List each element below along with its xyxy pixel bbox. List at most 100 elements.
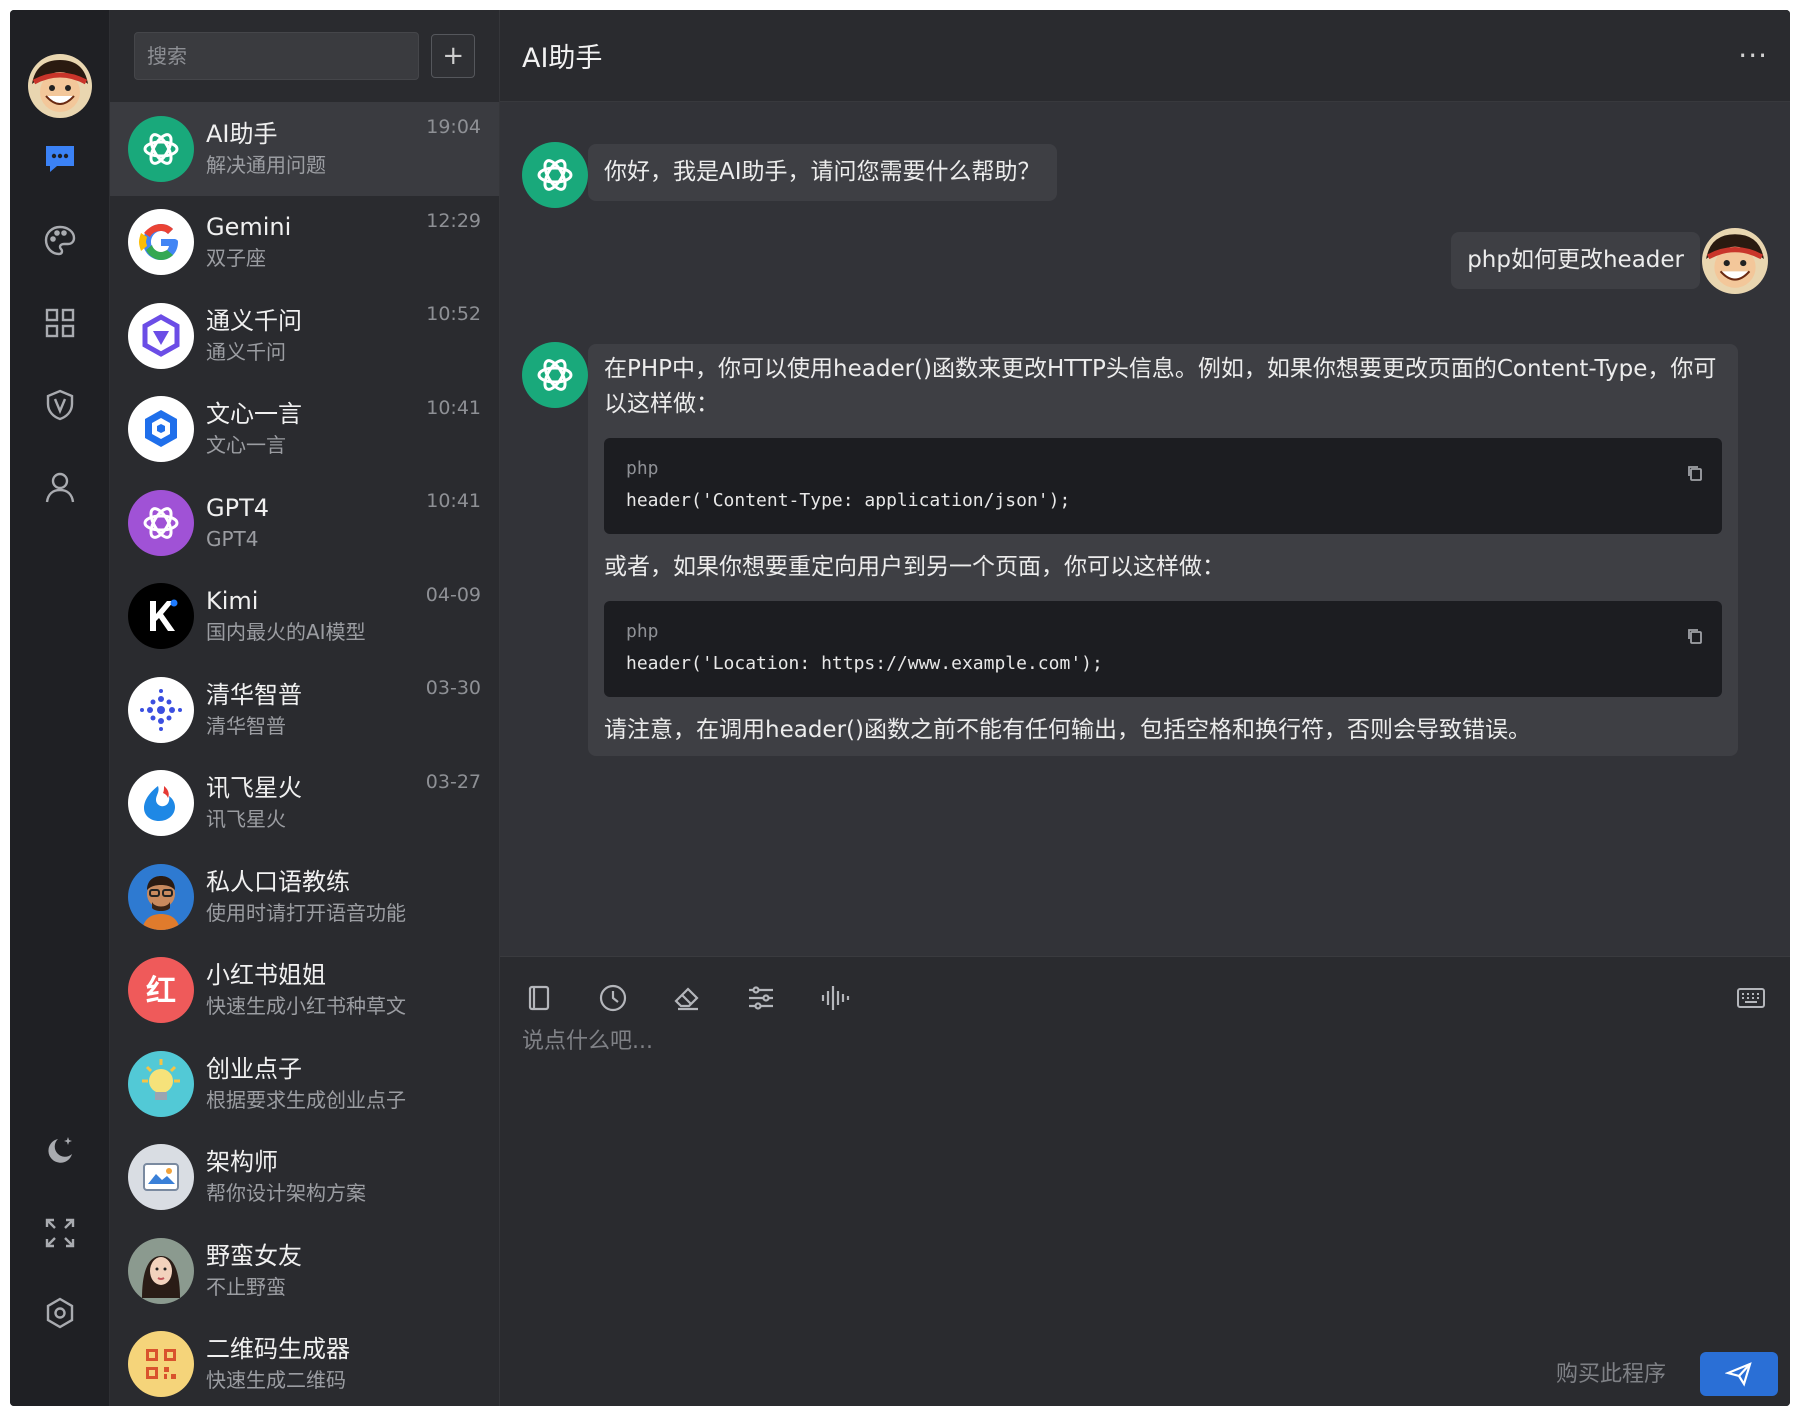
answer-intro-text: 在PHP中，你可以使用header()函数来更改HTTP头信息。例如，如果你想要…	[604, 356, 1717, 417]
contact-text: 野蛮女友 不止野蛮	[206, 1240, 481, 1302]
contact-name: 架构师	[206, 1148, 278, 1177]
search-input[interactable]	[147, 44, 407, 68]
input-area: 购买此程序	[500, 956, 1790, 1406]
lightbulb-icon	[128, 1050, 194, 1117]
copy-icon	[1688, 466, 1702, 481]
contact-description: 讯飞星火	[206, 807, 286, 832]
contact-item[interactable]: Gemini 双子座 12:29	[110, 196, 499, 290]
contact-item[interactable]: GPT4 GPT4 10:41	[110, 476, 499, 570]
settings-sliders-icon[interactable]	[742, 979, 780, 1017]
architect-icon	[128, 1144, 194, 1211]
add-chat-button[interactable]: +	[431, 34, 475, 78]
contact-item[interactable]: 二维码生成器快速生成二维码	[110, 1318, 499, 1407]
contact-time: 03-30	[425, 677, 481, 699]
tongyi-icon	[128, 302, 194, 369]
contact-time: 10:52	[426, 303, 481, 325]
contact-name: 小红书姐姐	[206, 961, 326, 990]
girlfriend-avatar-icon	[128, 1237, 194, 1304]
fullscreen-icon[interactable]	[35, 1208, 85, 1258]
contact-text: 二维码生成器快速生成二维码	[206, 1333, 481, 1395]
copy-code-button[interactable]	[1686, 621, 1704, 656]
contact-list: AI助手 解决通用问题 19:04 Gemini 双子座 12:29 通义千问 通义千问 10:…	[110, 102, 499, 1406]
contact-item[interactable]: AI助手 解决通用问题 19:04	[110, 102, 499, 196]
assistant-avatar	[522, 142, 588, 208]
user-avatar[interactable]	[28, 54, 92, 118]
dark-mode-icon[interactable]	[35, 1126, 85, 1176]
openai-icon	[537, 359, 573, 391]
contact-description: 双子座	[206, 246, 266, 271]
contact-item[interactable]: 文心一言 文心一言 10:41	[110, 383, 499, 477]
message-text: php如何更改header	[1467, 247, 1684, 273]
message-text: 你好，我是AI助手，请问您需要什么帮助？	[604, 159, 1041, 185]
code-text: header('Location: https://www.example.co…	[626, 653, 1103, 674]
contact-description: 根据要求生成创业点子	[206, 1087, 406, 1112]
input-toolbar	[520, 979, 854, 1017]
more-options-button[interactable]: ···	[1738, 39, 1768, 72]
contact-item[interactable]: 私人口语教练使用时请打开语音功能	[110, 850, 499, 944]
copy-code-button[interactable]	[1686, 458, 1704, 493]
chat-header: AI助手 ···	[500, 10, 1790, 102]
answer-end-text: 请注意，在调用header()函数之前不能有任何输出，包括空格和换行符，否则会导…	[604, 717, 1531, 743]
contact-item[interactable]: 创业点子 根据要求生成创业点子	[110, 1037, 499, 1131]
profile-icon[interactable]	[35, 462, 85, 512]
contact-description: 解决通用问题	[206, 152, 326, 177]
contact-text: 架构师 帮你设计架构方案	[206, 1146, 481, 1208]
code-language-label: php	[626, 621, 659, 642]
qrcode-icon	[128, 1331, 194, 1398]
tutor-avatar-icon	[128, 863, 194, 930]
apps-grid-icon[interactable]	[35, 298, 85, 348]
kimi-icon	[128, 583, 194, 650]
keyboard-icon[interactable]	[1732, 979, 1770, 1017]
contact-description: 清华智普	[206, 713, 286, 738]
code-language-label: php	[626, 458, 659, 479]
xiaohongshu-icon: 红	[128, 957, 194, 1024]
chat-panel: AI助手 ··· 你好，我是AI助手，请问您需要什么帮助？ php如何更改hea…	[500, 10, 1790, 1406]
contact-time: 10:41	[426, 490, 481, 512]
contact-item[interactable]: 野蛮女友 不止野蛮	[110, 1224, 499, 1318]
message-input[interactable]	[522, 1023, 1768, 1153]
voice-waveform-icon[interactable]	[816, 979, 854, 1017]
contact-text: 创业点子 根据要求生成创业点子	[206, 1053, 481, 1115]
code-block: php header('Location: https://www.exampl…	[604, 601, 1722, 697]
contact-description: GPT4	[206, 526, 259, 551]
contact-description: 国内最火的AI模型	[206, 620, 366, 645]
contact-description: 快速生成小红书种草文	[206, 994, 406, 1019]
contact-item[interactable]: Kimi 国内最火的AI模型 04-09	[110, 570, 499, 664]
history-icon[interactable]	[594, 979, 632, 1017]
eraser-icon[interactable]	[668, 979, 706, 1017]
openai-icon	[128, 115, 194, 182]
user-message-bubble: php如何更改header	[1451, 232, 1700, 289]
send-button[interactable]	[1700, 1352, 1778, 1396]
buy-program-link[interactable]: 购买此程序	[1556, 1356, 1666, 1388]
contact-description: 使用时请打开语音功能	[206, 900, 406, 925]
contact-description: 快速生成二维码	[206, 1368, 346, 1393]
copy-icon	[1688, 629, 1702, 644]
code-block: php header('Content-Type: application/js…	[604, 438, 1722, 534]
send-icon	[1725, 1362, 1752, 1387]
nav-rail	[10, 10, 110, 1406]
openai-icon	[128, 489, 194, 556]
vip-shield-icon[interactable]	[35, 380, 85, 430]
chat-title: AI助手	[522, 43, 603, 74]
settings-icon[interactable]	[35, 1288, 85, 1338]
sidebar-toggle-icon[interactable]	[520, 979, 558, 1017]
contact-description: 通义千问	[206, 339, 286, 364]
palette-icon[interactable]	[35, 216, 85, 266]
search-row: +	[110, 10, 499, 102]
assistant-avatar	[522, 342, 588, 408]
contact-item[interactable]: 红小红书姐姐快速生成小红书种草文	[110, 944, 499, 1038]
contact-description: 不止野蛮	[206, 1274, 286, 1299]
contact-name: 私人口语教练	[206, 867, 350, 896]
search-box[interactable]	[134, 32, 420, 80]
user-message-avatar	[1702, 228, 1768, 294]
contact-item[interactable]: 讯飞星火 讯飞星火 03-27	[110, 757, 499, 851]
contact-item[interactable]: 通义千问 通义千问 10:52	[110, 289, 499, 383]
contact-item[interactable]: 架构师 帮你设计架构方案	[110, 1131, 499, 1225]
assistant-answer-bubble: 在PHP中，你可以使用header()函数来更改HTTP头信息。例如，如果你想要…	[588, 344, 1738, 756]
contact-item[interactable]: 清华智普 清华智普 03-30	[110, 663, 499, 757]
contact-name: 二维码生成器	[206, 1335, 350, 1364]
assistant-message-bubble: 你好，我是AI助手，请问您需要什么帮助？	[588, 144, 1057, 201]
contact-time: 19:04	[426, 116, 481, 138]
code-text: header('Content-Type: application/json')…	[626, 490, 1071, 511]
chat-nav-icon[interactable]	[35, 134, 85, 184]
